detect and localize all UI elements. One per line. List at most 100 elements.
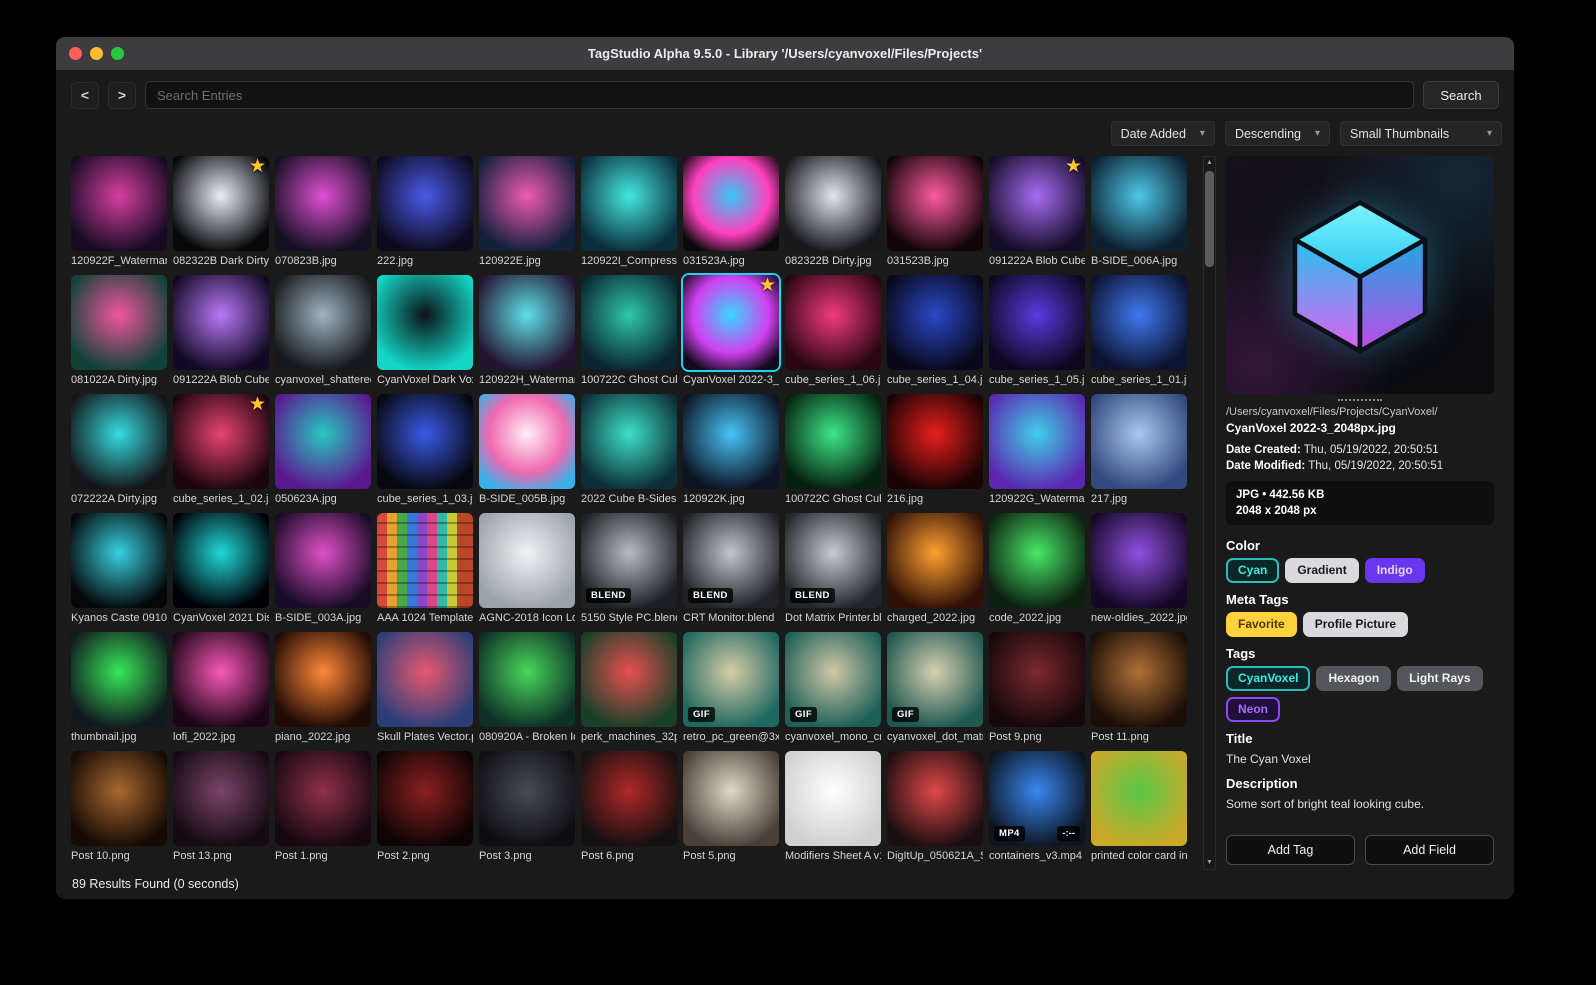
thumbnail-image[interactable]: [173, 751, 269, 846]
thumbnail-image[interactable]: [71, 394, 167, 489]
grid-item[interactable]: new-oldies_2022.jpg: [1091, 513, 1187, 626]
grid-item[interactable]: DigItUp_050621A_Sheet.png: [887, 751, 983, 864]
grid-item[interactable]: BLEND CRT Monitor.blend: [683, 513, 779, 626]
grid-item[interactable]: cube_series_1_01.jpg: [1091, 275, 1187, 388]
grid-item[interactable]: perk_machines_32px.png: [581, 632, 677, 745]
thumbnail-image[interactable]: [887, 275, 983, 370]
thumbnail-image[interactable]: [887, 513, 983, 608]
thumbnail-image[interactable]: MP4 -:--: [989, 751, 1085, 846]
description-field-value[interactable]: Some sort of bright teal looking cube.: [1226, 796, 1494, 812]
thumbnail-image[interactable]: [1091, 632, 1187, 727]
thumbnail-image[interactable]: ★: [683, 275, 779, 370]
grid-item[interactable]: Kyanos Caste 0910.png: [71, 513, 167, 626]
grid-item[interactable]: 081022A Dirty.jpg: [71, 275, 167, 388]
grid-item[interactable]: MP4 -:-- containers_v3.mp4: [989, 751, 1085, 864]
thumbnail-image[interactable]: [71, 751, 167, 846]
grid-item[interactable]: Post 2.png: [377, 751, 473, 864]
thumbnail-image[interactable]: [275, 751, 371, 846]
grid-item[interactable]: Skull Plates Vector.png: [377, 632, 473, 745]
thumbnail-image[interactable]: [479, 394, 575, 489]
grid-item[interactable]: code_2022.jpg: [989, 513, 1085, 626]
thumbnail-image[interactable]: [581, 751, 677, 846]
title-field-value[interactable]: The Cyan Voxel: [1226, 751, 1494, 767]
thumbnail-image[interactable]: [1091, 394, 1187, 489]
thumbnail-image[interactable]: [275, 156, 371, 251]
grid-item[interactable]: 217.jpg: [1091, 394, 1187, 507]
thumbnail-image[interactable]: [683, 156, 779, 251]
tag-pill[interactable]: Profile Picture: [1302, 612, 1409, 637]
search-button[interactable]: Search: [1423, 81, 1499, 109]
tag-pill[interactable]: CyanVoxel: [1226, 666, 1311, 691]
sort-field-dropdown[interactable]: Date Added ▾: [1110, 121, 1215, 146]
thumbnail-image[interactable]: [173, 632, 269, 727]
thumbnail-image[interactable]: [887, 751, 983, 846]
grid-item[interactable]: 091222A Blob Cube.jpg: [173, 275, 269, 388]
thumbnail-image[interactable]: [581, 394, 677, 489]
grid-item[interactable]: cube_series_1_03.jpg: [377, 394, 473, 507]
grid-item[interactable]: Modifiers Sheet A v1.png: [785, 751, 881, 864]
grid-item[interactable]: CyanVoxel 2021 Display.png: [173, 513, 269, 626]
grid-item[interactable]: 120922E.jpg: [479, 156, 575, 269]
thumbnail-image[interactable]: [581, 156, 677, 251]
grid-item[interactable]: AGNC-2018 Icon Logo.png: [479, 513, 575, 626]
thumbnail-image[interactable]: [1091, 513, 1187, 608]
thumbnail-image[interactable]: BLEND: [683, 513, 779, 608]
thumbnail-image[interactable]: [785, 275, 881, 370]
grid-item[interactable]: 120922G_Watermark.jpg: [989, 394, 1085, 507]
thumbnail-image[interactable]: [377, 275, 473, 370]
thumbnail-image[interactable]: [479, 156, 575, 251]
thumbnail-size-dropdown[interactable]: Small Thumbnails ▾: [1340, 121, 1502, 146]
grid-item[interactable]: Post 5.png: [683, 751, 779, 864]
thumbnail-image[interactable]: [71, 156, 167, 251]
add-field-button[interactable]: Add Field: [1365, 835, 1494, 865]
thumbnail-image[interactable]: [989, 513, 1085, 608]
sort-order-dropdown[interactable]: Descending ▾: [1224, 121, 1330, 146]
minimize-button[interactable]: [90, 47, 103, 60]
thumbnail-image[interactable]: [1091, 156, 1187, 251]
grid-item[interactable]: B-SIDE_003A.jpg: [275, 513, 371, 626]
grid-item[interactable]: GIF retro_pc_green@3x.gif: [683, 632, 779, 745]
thumbnail-image[interactable]: [479, 632, 575, 727]
grid-item[interactable]: Post 10.png: [71, 751, 167, 864]
grid-item[interactable]: piano_2022.jpg: [275, 632, 371, 745]
thumbnail-image[interactable]: [275, 513, 371, 608]
thumbnail-image[interactable]: GIF: [683, 632, 779, 727]
thumbnail-image[interactable]: [785, 394, 881, 489]
thumbnail-image[interactable]: [71, 513, 167, 608]
thumbnail-image[interactable]: [1091, 275, 1187, 370]
grid-item[interactable]: GIF cyanvoxel_dot_matrix.gif: [887, 632, 983, 745]
grid-item[interactable]: 2022 Cube B-Sides.jpg: [581, 394, 677, 507]
grid-item[interactable]: BLEND Dot Matrix Printer.blend: [785, 513, 881, 626]
add-tag-button[interactable]: Add Tag: [1226, 835, 1355, 865]
thumbnail-image[interactable]: [989, 632, 1085, 727]
search-input[interactable]: [145, 81, 1414, 109]
grid-item[interactable]: 050623A.jpg: [275, 394, 371, 507]
thumbnail-image[interactable]: GIF: [785, 632, 881, 727]
grid-item[interactable]: 072222A Dirty.jpg: [71, 394, 167, 507]
thumbnail-image[interactable]: ★: [989, 156, 1085, 251]
thumbnail-image[interactable]: [1091, 751, 1187, 846]
thumbnail-image[interactable]: BLEND: [785, 513, 881, 608]
grid-item[interactable]: 100722C Ghost Cube.jpg: [581, 275, 677, 388]
thumbnail-image[interactable]: [71, 632, 167, 727]
scrollbar-thumb[interactable]: [1205, 171, 1214, 267]
grid-item[interactable]: 031523A.jpg: [683, 156, 779, 269]
thumbnail-image[interactable]: [479, 275, 575, 370]
grid-item[interactable]: B-SIDE_006A.jpg: [1091, 156, 1187, 269]
grid-item[interactable]: 120922H_Watermark.jpg: [479, 275, 575, 388]
grid-item[interactable]: BLEND 5150 Style PC.blend: [581, 513, 677, 626]
grid-item[interactable]: 070823B.jpg: [275, 156, 371, 269]
grid-item[interactable]: AAA 1024 Template.png: [377, 513, 473, 626]
thumbnail-image[interactable]: [377, 513, 473, 608]
grid-item[interactable]: ★ 091222A Blob Cube.jpg: [989, 156, 1085, 269]
thumbnail-image[interactable]: [377, 394, 473, 489]
thumbnail-image[interactable]: [989, 394, 1085, 489]
back-button[interactable]: <: [71, 81, 99, 109]
thumbnail-image[interactable]: [785, 751, 881, 846]
zoom-button[interactable]: [111, 47, 124, 60]
tag-pill[interactable]: Gradient: [1285, 558, 1359, 583]
grid-item[interactable]: 100722C Ghost Cube.jpg: [785, 394, 881, 507]
thumbnail-image[interactable]: [683, 394, 779, 489]
thumbnail-image[interactable]: [989, 275, 1085, 370]
tag-pill[interactable]: Cyan: [1226, 558, 1280, 583]
